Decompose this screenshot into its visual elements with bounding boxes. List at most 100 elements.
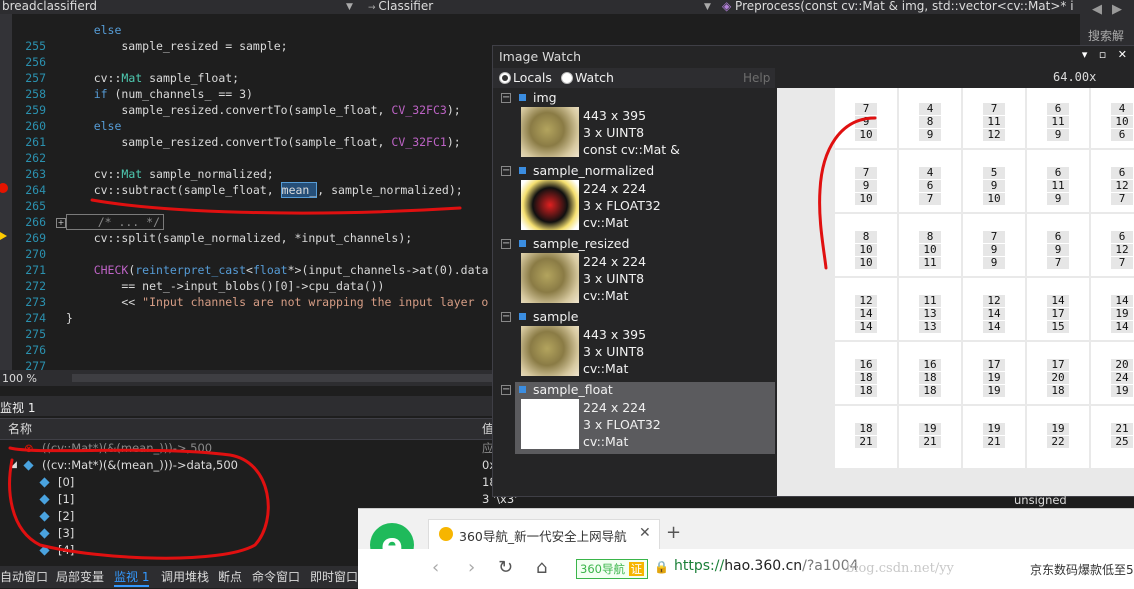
collapse-icon[interactable]: − (501, 385, 511, 395)
pixel-cell[interactable]: 8 10 11 (899, 214, 963, 278)
tab-command-window[interactable]: 命令窗口 (252, 568, 300, 585)
home-icon[interactable]: ⌂ (536, 557, 547, 578)
watch-expression[interactable]: [0] (58, 474, 74, 491)
site-badge[interactable]: 360导航 证 (576, 559, 649, 579)
project-dropdown[interactable]: breadclassifierd (2, 0, 342, 13)
watch-expression[interactable]: [1] (58, 491, 74, 508)
code-line[interactable]: else (66, 118, 122, 134)
pixel-cell[interactable]: 14 19 14 (1091, 278, 1134, 342)
pixel-cell[interactable]: 14 17 15 (1027, 278, 1091, 342)
tab-immediate-window[interactable]: 即时窗口 (310, 568, 358, 585)
pixel-cell[interactable]: 6 11 9 (1027, 150, 1091, 214)
watch-row[interactable]: [0] (0, 474, 500, 491)
chevron-down-icon[interactable]: ▼ (704, 0, 711, 14)
code-line[interactable]: << "Input channels are not wrapping the … (66, 294, 488, 310)
pixel-cell[interactable]: 16 18 18 (835, 342, 899, 406)
image-list-item[interactable]: − sample_normalized 224 x 224 3 x FLOAT3… (501, 163, 775, 235)
pixel-cell[interactable]: 17 20 18 (1027, 342, 1091, 406)
tab-call-stack[interactable]: 调用堆栈 (161, 568, 209, 585)
watch-label[interactable]: Watch (575, 70, 614, 85)
code-line[interactable]: sample_resized.convertTo(sample_float, C… (66, 134, 460, 150)
pixel-cell[interactable]: 18 21 (835, 406, 899, 470)
pixel-cell[interactable]: 7 11 12 (963, 88, 1027, 150)
image-thumbnail[interactable] (521, 399, 579, 449)
function-dropdown[interactable]: ◈ Preprocess(const cv::Mat & img, std::v… (722, 0, 1074, 13)
url-input[interactable]: https://hao.360.cn/?a1004 (674, 558, 859, 574)
watch-expression[interactable]: ((cv::Mat*)(&(mean_)))->data,500 (42, 457, 238, 474)
watch-expression[interactable]: ((cv::Mat*)(&(mean_)))->,500 (42, 440, 212, 457)
pixel-cell[interactable]: 7 9 10 (835, 150, 899, 214)
refresh-icon[interactable]: ↻ (498, 557, 513, 578)
close-tab-icon[interactable]: ✕ (639, 525, 651, 541)
code-line[interactable]: if (num_channels_ == 3) (66, 86, 253, 102)
pixel-cell[interactable]: 12 14 14 (835, 278, 899, 342)
code-line[interactable]: cv::Mat sample_normalized; (66, 166, 274, 182)
pixel-cell[interactable]: 19 21 (899, 406, 963, 470)
pixel-cell[interactable]: 11 13 13 (899, 278, 963, 342)
chevron-down-icon[interactable]: ▼ (346, 0, 353, 14)
tab-breakpoints[interactable]: 断点 (218, 568, 242, 585)
back-icon[interactable]: ‹ (432, 557, 439, 578)
watch-row[interactable]: ⊗ ((cv::Mat*)(&(mean_)))->,500 (0, 440, 500, 457)
pixel-cell[interactable]: 17 19 19 (963, 342, 1027, 406)
pixel-cell[interactable]: 21 25 (1091, 406, 1134, 470)
pixel-cell[interactable]: 19 22 (1027, 406, 1091, 470)
pixel-cell[interactable]: 6 11 9 (1027, 88, 1091, 150)
column-header-name[interactable]: 名称 (8, 420, 32, 437)
watch-expression[interactable]: [3] (58, 525, 74, 542)
image-thumbnail[interactable] (521, 326, 579, 376)
image-thumbnail[interactable] (521, 107, 579, 157)
code-line[interactable]: cv::Mat sample_float; (66, 70, 239, 86)
browser-tab[interactable]: 360导航_新一代安全上网导航 ✕ (428, 519, 660, 550)
code-line[interactable]: else (66, 22, 122, 38)
pixel-cell[interactable]: 5 9 10 (963, 150, 1027, 214)
image-thumbnail[interactable] (521, 253, 579, 303)
tab-watch-1[interactable]: 监视 1 (114, 568, 150, 587)
code-line[interactable]: cv::split(sample_normalized, *input_chan… (66, 230, 413, 246)
tab-locals[interactable]: 局部变量 (56, 568, 104, 585)
code-line[interactable]: sample_resized.convertTo(sample_float, C… (66, 102, 460, 118)
zoom-level-dropdown[interactable]: 100 % (2, 372, 37, 385)
collapse-icon[interactable]: − (501, 239, 511, 249)
watch-expression[interactable]: [4] (58, 542, 74, 559)
pixel-cell[interactable]: 8 10 10 (835, 214, 899, 278)
pixel-cell[interactable]: 467 (899, 150, 963, 214)
scope-dropdown[interactable]: → Classifier (368, 0, 688, 13)
watch-row[interactable]: [1] (0, 491, 500, 508)
help-link[interactable]: Help (743, 71, 770, 85)
pixel-cell[interactable]: 489 (899, 88, 963, 150)
locals-label[interactable]: Locals (513, 70, 552, 85)
image-list-item[interactable]: − sample 443 x 395 3 x UINT8 cv::Mat (501, 309, 775, 381)
pixel-cell[interactable]: 4 10 6 (1091, 88, 1134, 150)
forward-icon[interactable]: ▶ (1112, 2, 1122, 17)
forward-icon[interactable]: › (468, 557, 475, 578)
watch-radio[interactable] (561, 72, 573, 84)
watch-expression[interactable]: [2] (58, 508, 74, 525)
collapse-icon[interactable]: − (501, 312, 511, 322)
pixel-cell[interactable]: 6 12 7 (1091, 214, 1134, 278)
collapse-icon[interactable]: − (501, 93, 511, 103)
expand-icon[interactable]: + (56, 218, 66, 228)
pixel-cell[interactable]: 20 24 19 (1091, 342, 1134, 406)
pixel-cell[interactable]: 7 9 10 (835, 88, 899, 150)
code-line[interactable]: sample_resized = sample; (66, 38, 287, 54)
code-line[interactable]: } (66, 310, 73, 326)
code-line[interactable]: /* ... */ (66, 214, 165, 230)
pixel-cell[interactable]: 799 (963, 214, 1027, 278)
collapse-icon[interactable]: − (501, 166, 511, 176)
pixel-cell[interactable]: 12 14 14 (963, 278, 1027, 342)
locals-radio[interactable] (499, 72, 511, 84)
pixel-cell[interactable]: 6 12 7 (1091, 150, 1134, 214)
expand-arrow-icon[interactable]: ◢ (10, 457, 17, 474)
window-buttons[interactable]: ▾ ▫ ✕ (1082, 48, 1131, 61)
image-list-item[interactable]: − sample_resized 224 x 224 3 x UINT8 cv:… (501, 236, 775, 308)
tab-autos[interactable]: 自动窗口 (0, 568, 48, 585)
image-list-item-selected[interactable]: − sample_float 224 x 224 3 x FLOAT32 cv:… (501, 382, 775, 454)
back-icon[interactable]: ◀ (1092, 2, 1102, 17)
pixel-cell[interactable]: 697 (1027, 214, 1091, 278)
pixel-view-canvas[interactable]: 7 9 10 4 8 9 7 11 12 6 11 9 4 10 6 7 9 10 4 6 7 5 9 10 6 11 9 6 12 7 8… (777, 88, 1134, 496)
ad-link[interactable]: 京东数码爆款低至5折 (1030, 561, 1134, 578)
code-line[interactable]: == net_->input_blobs()[0]->cpu_data()) (66, 278, 384, 294)
pixel-cell[interactable]: 19 21 (963, 406, 1027, 470)
pixel-cell[interactable]: 16 18 18 (899, 342, 963, 406)
